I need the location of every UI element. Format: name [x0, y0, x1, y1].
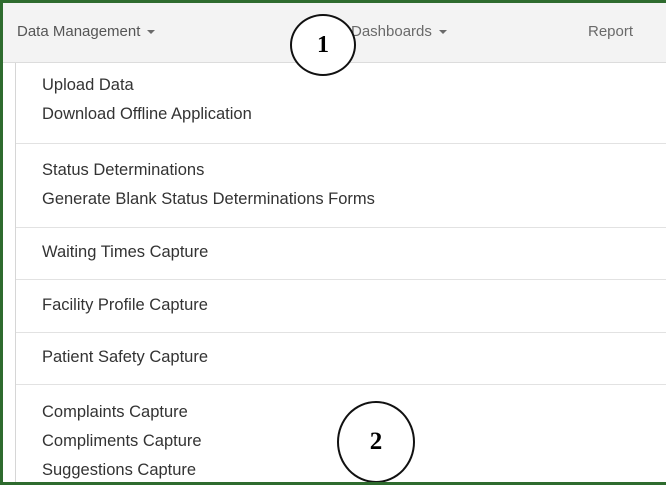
menu-item-suggestions-capture[interactable]: Suggestions Capture [42, 461, 196, 480]
callout-marker-1: 1 [290, 14, 356, 76]
callout-marker-2: 2 [337, 401, 415, 482]
nav-reports-label: Report [588, 23, 634, 40]
menu-divider [16, 143, 666, 144]
menu-item-complaints-capture[interactable]: Complaints Capture [42, 403, 188, 422]
menu-item-compliments-capture[interactable]: Compliments Capture [42, 432, 202, 451]
nav-dashboards-label: Dashboards [351, 23, 432, 40]
menu-item-upload-data[interactable]: Upload Data [42, 76, 134, 95]
menu-item-facility-profile-capture[interactable]: Facility Profile Capture [42, 296, 208, 315]
caret-down-icon [438, 30, 447, 35]
menu-divider [16, 227, 666, 228]
menu-divider [16, 332, 666, 333]
menu-item-generate-blank-status-forms[interactable]: Generate Blank Status Determinations For… [42, 190, 375, 209]
nav-reports[interactable]: Report [588, 23, 633, 40]
nav-dashboards[interactable]: Dashboards [351, 23, 447, 40]
nav-data-management[interactable]: Data Management [17, 23, 156, 40]
menu-divider [16, 384, 666, 385]
data-management-dropdown-menu: Upload Data Download Offline Application… [15, 63, 666, 482]
menu-item-download-offline-application[interactable]: Download Offline Application [42, 105, 252, 124]
caret-down-icon [147, 30, 156, 35]
menu-divider [16, 279, 666, 280]
menu-item-patient-safety-capture[interactable]: Patient Safety Capture [42, 348, 208, 367]
screenshot-frame: Data Management Dashboards Report Upload… [0, 0, 666, 485]
menu-item-waiting-times-capture[interactable]: Waiting Times Capture [42, 243, 208, 262]
nav-data-management-label: Data Management [17, 23, 141, 40]
menu-item-status-determinations[interactable]: Status Determinations [42, 161, 204, 180]
